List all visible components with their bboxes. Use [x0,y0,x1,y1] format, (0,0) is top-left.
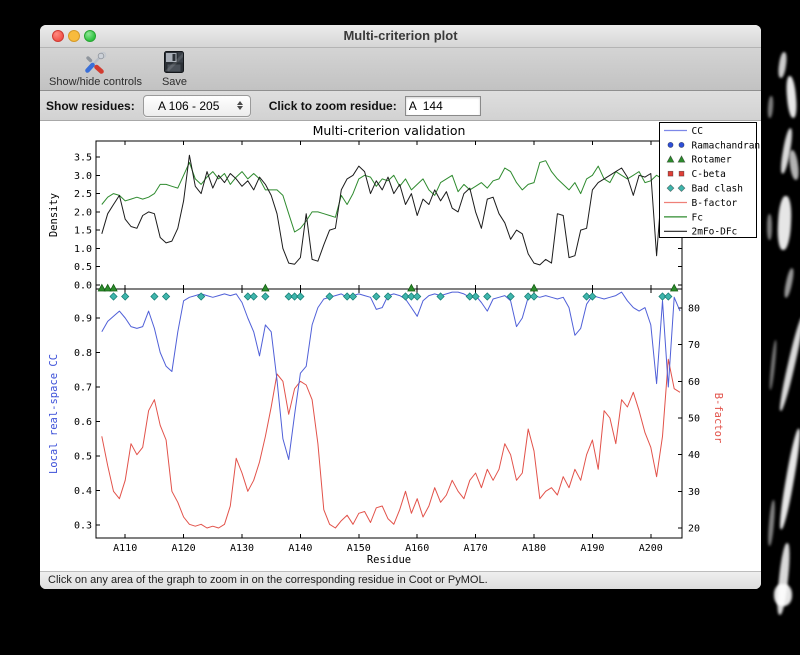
svg-text:Bad clash: Bad clash [692,184,743,195]
tools-icon [82,49,108,75]
svg-text:40: 40 [688,450,700,461]
svg-text:A120: A120 [172,543,196,554]
svg-text:1.5: 1.5 [74,226,92,237]
screenshot-artifact [774,584,792,606]
legend: CC Ramachandran Rotamer C-beta Bad clash B-fa… [659,122,761,238]
svg-text:A110: A110 [113,543,137,554]
svg-text:0.9: 0.9 [74,314,92,325]
stepper-arrows-icon[interactable] [234,99,247,113]
svg-text:A140: A140 [288,543,312,554]
zoom-residue-input[interactable] [404,95,481,116]
svg-text:0.5: 0.5 [74,262,92,273]
show-residues-label: Show residues: [46,98,135,113]
app-window: Multi-criterion plot Show/hide controls [40,25,761,589]
svg-text:3.0: 3.0 [74,171,92,182]
svg-text:Rotamer: Rotamer [692,155,732,166]
svg-text:Local real-space CC: Local real-space CC [48,354,60,474]
svg-text:50: 50 [688,414,700,425]
screenshot-artifact [777,316,800,412]
save-icon [162,49,186,75]
svg-text:80: 80 [688,304,700,315]
zoom-residue-label: Click to zoom residue: [268,98,397,113]
residue-range-combobox[interactable]: A 106 - 205 [142,94,251,117]
controls-row: Show residues: A 106 - 205 Click to zoom… [40,91,761,121]
screenshot-artifact [787,149,800,181]
svg-text:Multi-criterion validation: Multi-criterion validation [313,123,466,138]
svg-text:30: 30 [688,487,700,498]
svg-text:A200: A200 [639,543,663,554]
svg-text:20: 20 [688,524,700,535]
screenshot-artifact [767,499,776,547]
svg-text:Density: Density [48,193,60,237]
screenshot-artifact [777,428,800,530]
svg-text:0.5: 0.5 [74,452,92,463]
svg-text:A190: A190 [580,543,604,554]
screenshot-artifact [768,339,778,391]
svg-text:B-factor: B-factor [712,393,724,444]
save-button[interactable]: Save [159,48,190,90]
save-label: Save [161,76,188,88]
title-bar[interactable]: Multi-criterion plot [40,25,761,48]
residue-range-value: A 106 - 205 [157,98,220,113]
screenshot-artifact [767,95,774,119]
screenshot-artifact [785,75,798,119]
screenshot-artifact [782,267,796,299]
show-hide-controls-label: Show/hide controls [49,76,142,88]
svg-text:0.7: 0.7 [74,383,92,394]
svg-text:A170: A170 [464,543,488,554]
svg-text:3.5: 3.5 [74,153,92,164]
status-bar: Click on any area of the graph to zoom i… [40,571,761,589]
svg-text:A130: A130 [230,543,254,554]
svg-text:2.0: 2.0 [74,207,92,218]
svg-text:60: 60 [688,377,700,388]
screenshot-artifact [767,214,772,240]
svg-text:0.6: 0.6 [74,417,92,428]
screenshot-artifact [777,51,788,79]
svg-text:C-beta: C-beta [692,169,726,180]
svg-text:B-factor: B-factor [692,198,738,209]
svg-text:0.0: 0.0 [74,281,92,292]
screen: Multi-criterion plot Show/hide controls [0,0,800,655]
svg-text:A180: A180 [522,543,546,554]
svg-text:2mFo-DFc: 2mFo-DFc [692,227,738,238]
svg-text:0.4: 0.4 [74,486,92,497]
toolbar: Show/hide controls Save [40,48,761,91]
svg-text:Fc: Fc [692,212,703,223]
svg-text:0.3: 0.3 [74,521,92,532]
svg-text:Ramachandran: Ramachandran [692,140,761,151]
svg-text:A160: A160 [405,543,429,554]
svg-text:1.0: 1.0 [74,244,92,255]
show-hide-controls-button[interactable]: Show/hide controls [46,48,145,90]
window-title: Multi-criterion plot [343,28,458,43]
svg-text:CC: CC [692,126,703,137]
status-message: Click on any area of the graph to zoom i… [48,574,488,586]
svg-text:A150: A150 [347,543,371,554]
plot-canvas[interactable]: A110 A120 A130 A140 A150 A160 A170 A180 A190 A200… [40,121,761,571]
svg-text:2.5: 2.5 [74,189,92,200]
svg-text:0.8: 0.8 [74,348,92,359]
screenshot-artifact [776,195,793,251]
svg-text:Residue: Residue [367,554,411,566]
svg-text:70: 70 [688,340,700,351]
